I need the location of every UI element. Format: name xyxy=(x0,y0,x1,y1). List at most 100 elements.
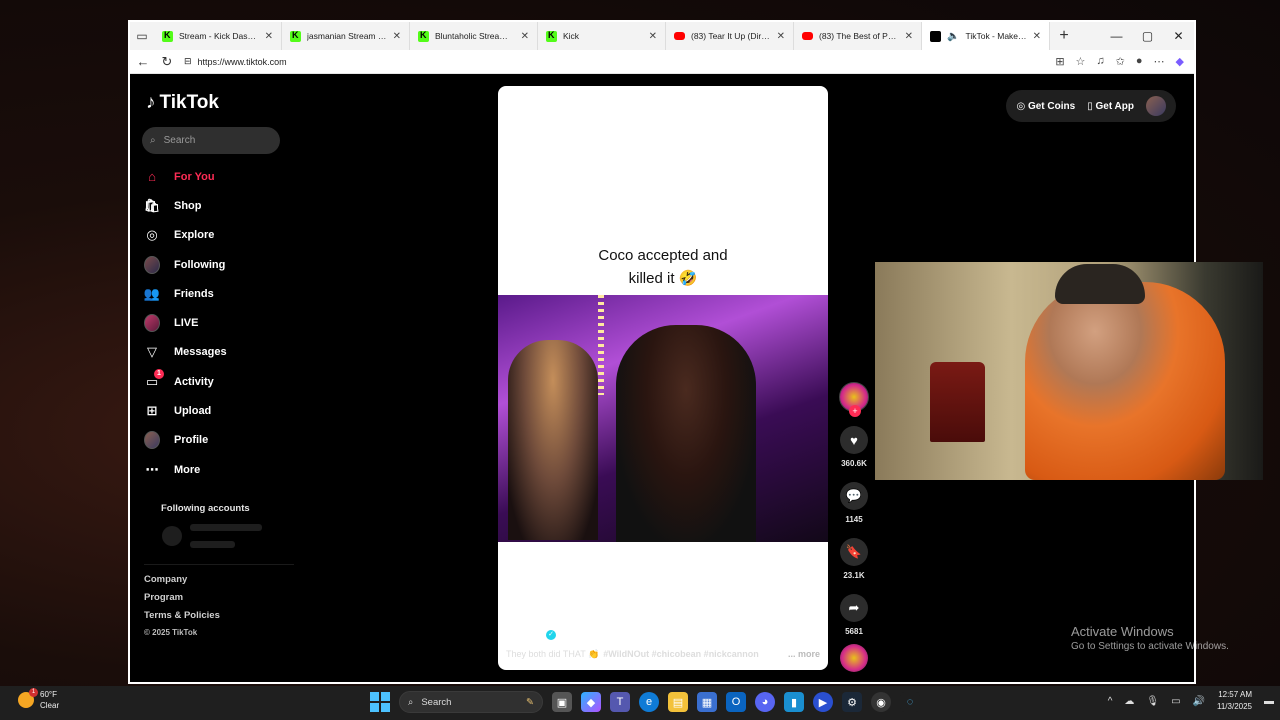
favorites-icon[interactable]: ✩ xyxy=(1116,55,1125,68)
minimize-icon[interactable]: — xyxy=(1101,22,1132,50)
sidebar-item-following[interactable]: Following xyxy=(144,250,227,279)
sidebar-item-label: Following xyxy=(174,258,226,271)
app-icon[interactable]: ▶ xyxy=(813,692,833,712)
microphone-icon[interactable]: 🎙 xyxy=(1146,696,1159,707)
refresh-icon[interactable]: ↻ xyxy=(160,54,174,70)
tab-actions-icon[interactable]: ▭ xyxy=(130,22,154,50)
tab-jasmanian[interactable]: jasmanian Stream - Watc ✕ xyxy=(282,22,410,50)
app-icon[interactable]: ▮ xyxy=(784,692,804,712)
hashtags[interactable]: #WildNOut #chicobean #nickcannon xyxy=(603,649,758,660)
sidebar-item-live[interactable]: LIVE xyxy=(144,308,227,337)
get-coins-button[interactable]: ◎ Get Coins xyxy=(1016,101,1075,112)
sidebar-item-label: Friends xyxy=(174,287,214,300)
teams-icon[interactable]: T xyxy=(610,692,630,712)
get-app-button[interactable]: ▯ Get App xyxy=(1087,101,1134,112)
cloud-icon[interactable]: ☁ xyxy=(1124,696,1134,707)
favorite-star-icon[interactable]: ☆ xyxy=(1076,55,1086,68)
tab-title: (83) The Best of PRIYA - T xyxy=(819,31,899,41)
close-icon[interactable]: ✕ xyxy=(265,31,273,42)
sidebar-item-for-you[interactable]: ⌂ For You xyxy=(144,162,227,191)
more-link[interactable]: ... more xyxy=(788,649,820,660)
app-available-icon[interactable]: ⊞ xyxy=(1055,55,1064,68)
tab-bluntaholic[interactable]: Bluntaholic Stream - Wat ✕ xyxy=(410,22,538,50)
sidebar-item-label: LIVE xyxy=(174,317,199,330)
following-avatar-icon xyxy=(144,255,160,274)
url-text: https://www.tiktok.com xyxy=(197,56,287,67)
webcam-person xyxy=(1025,282,1225,480)
notifications-icon[interactable]: ▬ xyxy=(1264,696,1274,707)
weather-widget[interactable]: 1 60°F Clear xyxy=(18,688,59,711)
footer-company-link[interactable]: Company xyxy=(144,574,220,592)
share-count: 5681 xyxy=(845,627,863,636)
friends-icon: 👥 xyxy=(143,285,161,301)
bookmark-icon[interactable]: 🔖 xyxy=(840,538,868,566)
copilot-app-icon[interactable]: ◆ xyxy=(581,692,601,712)
user-avatar[interactable] xyxy=(1146,96,1166,116)
close-icon[interactable]: ✕ xyxy=(777,31,785,42)
tiktok-logo[interactable]: ♪ TikTok xyxy=(146,92,219,114)
close-icon[interactable]: ✕ xyxy=(393,31,401,42)
display-icon[interactable]: ▭ xyxy=(1171,696,1180,707)
music-disc-icon[interactable] xyxy=(840,644,868,672)
app-icon[interactable]: ◌ xyxy=(900,692,920,712)
comment-icon[interactable]: 💬 xyxy=(840,482,868,510)
edge-icon[interactable]: e xyxy=(639,692,659,712)
like-action[interactable]: ♥ 360.6K xyxy=(838,426,870,468)
read-aloud-icon[interactable]: ♫ xyxy=(1096,55,1104,68)
tab-youtube-priya[interactable]: (83) The Best of PRIYA - T ✕ xyxy=(794,22,922,50)
heart-icon[interactable]: ♥ xyxy=(840,426,868,454)
tab-kick-dashboard[interactable]: Stream - Kick Dashboard ✕ xyxy=(154,22,282,50)
system-tray: ^ ☁ 🎙 ▭ 🔊 12:57 AM 11/3/2025 ▬ xyxy=(1108,689,1274,713)
file-explorer-icon[interactable]: ▤ xyxy=(668,692,688,712)
sidebar-item-label: Upload xyxy=(174,405,212,418)
sidebar-item-more[interactable]: ⋯ More xyxy=(144,455,227,484)
discord-icon[interactable]: ◕ xyxy=(755,692,775,712)
taskbar-search[interactable]: ⌕ Search ✎ xyxy=(399,691,543,713)
creator-avatar[interactable]: + xyxy=(839,382,869,417)
copilot-icon[interactable]: ◆ xyxy=(1176,55,1184,68)
settings-more-icon[interactable]: ⋯ xyxy=(1154,55,1165,68)
close-icon[interactable]: ✕ xyxy=(1033,31,1041,42)
search-input[interactable]: ⌕ Search xyxy=(142,127,280,154)
task-view-icon[interactable]: ▣ xyxy=(552,692,572,712)
site-info-icon[interactable]: ⊟ xyxy=(184,56,192,67)
footer-terms-link[interactable]: Terms & Policies xyxy=(144,610,220,628)
taskbar-apps: ⌕ Search ✎ ▣ ◆ T e ▤ ▦ O ◕ ▮ ▶ ⚙ ◉ ◌ xyxy=(370,691,920,713)
volume-icon[interactable]: 🔊 xyxy=(1193,696,1205,707)
footer-program-link[interactable]: Program xyxy=(144,592,220,610)
close-window-icon[interactable]: ✕ xyxy=(1163,22,1194,50)
sidebar-item-messages[interactable]: ▽ Messages xyxy=(144,338,227,367)
sidebar-item-explore[interactable]: ◎ Explore xyxy=(144,221,227,250)
outlook-icon[interactable]: O xyxy=(726,692,746,712)
url-field[interactable]: ⊟ https://www.tiktok.com xyxy=(184,56,1045,67)
share-action[interactable]: ➦ 5681 xyxy=(838,594,870,636)
close-icon[interactable]: ✕ xyxy=(649,31,657,42)
sidebar-item-profile[interactable]: Profile xyxy=(144,426,227,455)
video-player[interactable]: Coco accepted and killed it 🤣 ✓ They bot… xyxy=(498,86,828,670)
tab-youtube-tear-it-up[interactable]: (83) Tear It Up (Dirty) - Yo ✕ xyxy=(666,22,794,50)
maximize-icon[interactable]: ▢ xyxy=(1132,22,1163,50)
obs-icon[interactable]: ◉ xyxy=(871,692,891,712)
follow-plus-icon[interactable]: + xyxy=(849,405,861,417)
sidebar-item-activity[interactable]: ▭ 1 Activity xyxy=(144,367,227,396)
back-arrow-icon[interactable]: ← xyxy=(136,54,150,69)
comment-action[interactable]: 💬 1145 xyxy=(838,482,870,524)
sidebar-item-friends[interactable]: 👥 Friends xyxy=(144,279,227,308)
clock[interactable]: 12:57 AM 11/3/2025 xyxy=(1217,689,1252,713)
close-icon[interactable]: ✕ xyxy=(521,31,529,42)
tab-tiktok[interactable]: 🔈 TikTok - Make Your D ✕ xyxy=(922,22,1050,50)
chevron-up-icon[interactable]: ^ xyxy=(1108,696,1113,707)
close-icon[interactable]: ✕ xyxy=(905,31,913,42)
tab-kick[interactable]: Kick ✕ xyxy=(538,22,666,50)
profile-icon[interactable]: ● xyxy=(1136,55,1143,68)
new-tab-button[interactable]: + xyxy=(1050,27,1078,45)
store-icon[interactable]: ▦ xyxy=(697,692,717,712)
start-windows-icon[interactable] xyxy=(370,692,390,712)
tab-title: Bluntaholic Stream - Wat xyxy=(435,31,515,41)
share-icon[interactable]: ➦ xyxy=(840,594,868,622)
sidebar-item-shop[interactable]: 🛍 Shop xyxy=(144,191,227,220)
sidebar-item-upload[interactable]: ⊞ Upload xyxy=(144,396,227,425)
steam-icon[interactable]: ⚙ xyxy=(842,692,862,712)
save-action[interactable]: 🔖 23.1K xyxy=(838,538,870,580)
speaker-icon[interactable]: 🔈 xyxy=(947,31,959,42)
